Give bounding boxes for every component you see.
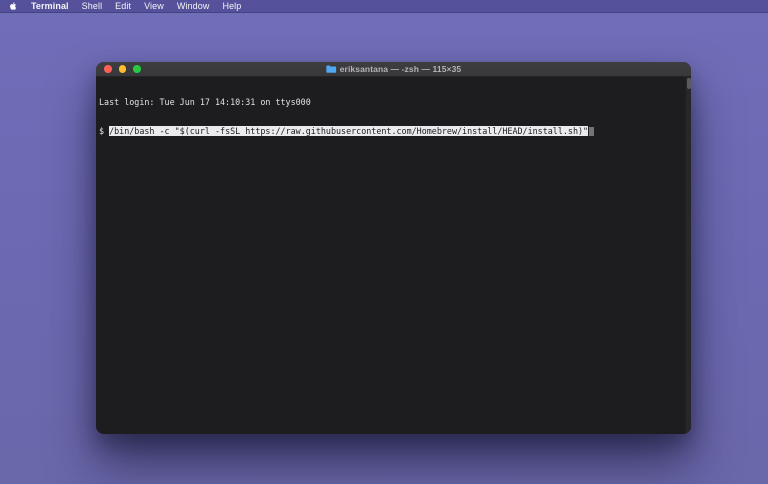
menu-item-terminal[interactable]: Terminal bbox=[31, 1, 69, 11]
menu-bar: Terminal Shell Edit View Window Help bbox=[0, 0, 768, 13]
text-cursor bbox=[589, 127, 594, 136]
scrollbar-thumb[interactable] bbox=[687, 78, 691, 89]
terminal-prompt-line: $ /bin/bash -c "$(curl -fsSL https://raw… bbox=[99, 127, 683, 137]
minimize-button[interactable] bbox=[119, 65, 127, 73]
window-title-group: eriksantana — -zsh — 115×35 bbox=[326, 62, 462, 76]
terminal-window: eriksantana — -zsh — 115×35 Last login: … bbox=[96, 62, 691, 434]
prompt-symbol: $ bbox=[99, 126, 109, 136]
window-titlebar[interactable]: eriksantana — -zsh — 115×35 bbox=[96, 62, 691, 77]
menu-item-edit[interactable]: Edit bbox=[115, 1, 131, 11]
traffic-lights bbox=[104, 65, 141, 73]
menu-item-shell[interactable]: Shell bbox=[82, 1, 103, 11]
selected-command-text: /bin/bash -c "$(curl -fsSL https://raw.g… bbox=[109, 126, 588, 136]
terminal-screen[interactable]: Last login: Tue Jun 17 14:10:31 on ttys0… bbox=[96, 77, 691, 434]
menu-item-view[interactable]: View bbox=[144, 1, 164, 11]
zoom-button[interactable] bbox=[133, 65, 141, 73]
desktop: { "menu_bar": { "items": ["Terminal", "S… bbox=[0, 0, 768, 484]
apple-icon bbox=[9, 1, 18, 11]
window-title: eriksantana — -zsh — 115×35 bbox=[340, 64, 462, 74]
terminal-output-line: Last login: Tue Jun 17 14:10:31 on ttys0… bbox=[99, 98, 683, 108]
last-login-text: Last login: Tue Jun 17 14:10:31 on ttys0… bbox=[99, 97, 311, 107]
folder-icon[interactable] bbox=[326, 65, 336, 73]
menu-item-help[interactable]: Help bbox=[222, 1, 241, 11]
menu-item-window[interactable]: Window bbox=[177, 1, 210, 11]
apple-menu[interactable] bbox=[9, 1, 18, 11]
scrollbar-track[interactable] bbox=[685, 77, 691, 434]
close-button[interactable] bbox=[104, 65, 112, 73]
